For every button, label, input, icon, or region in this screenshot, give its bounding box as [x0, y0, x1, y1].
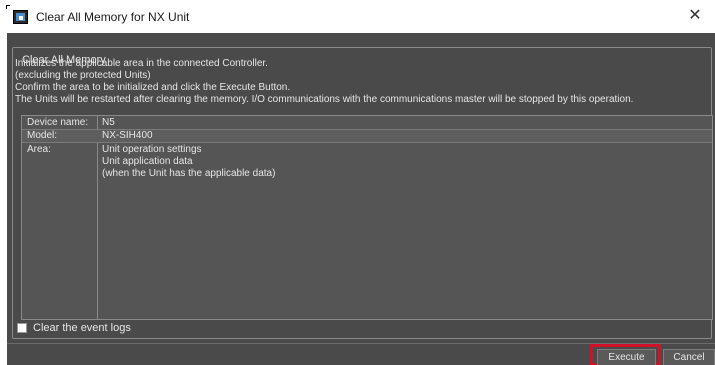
execute-button[interactable]: Execute — [597, 349, 656, 365]
area-value-3: (when the Unit has the applicable data) — [102, 168, 276, 179]
device-name-value: N5 — [102, 117, 115, 128]
area-row: Area: Unit operation settings Unit appli… — [22, 144, 712, 204]
cancel-button[interactable]: Cancel — [663, 349, 715, 365]
model-value: NX-SIH400 — [102, 130, 153, 141]
area-value-2: Unit application data — [102, 156, 193, 167]
description: Initializes the applicable area in the c… — [15, 58, 633, 106]
info-table: Device name: N5 Model: NX-SIH400 Area: U… — [21, 115, 713, 320]
description-line-3: Confirm the area to be initialized and c… — [15, 82, 291, 93]
clear-event-logs-checkbox[interactable] — [17, 323, 27, 333]
area-values: Unit operation settings Unit application… — [102, 144, 275, 180]
description-line-2: (excluding the protected Units) — [15, 70, 151, 81]
clear-event-logs-label: Clear the event logs — [33, 322, 131, 334]
clear-event-logs-option[interactable]: Clear the event logs — [17, 321, 131, 335]
device-name-label: Device name: — [27, 117, 89, 128]
device-name-row: Device name: N5 — [22, 117, 712, 129]
description-line-1: Initializes the applicable area in the c… — [15, 58, 268, 69]
model-label: Model: — [27, 130, 58, 141]
window-title: Clear All Memory for NX Unit — [36, 10, 190, 24]
row-divider — [22, 142, 712, 143]
title-bar: Clear All Memory for NX Unit ✕ — [0, 0, 715, 33]
dialog-body: Clear All Memory Initializes the applica… — [7, 33, 715, 365]
area-value-1: Unit operation settings — [102, 144, 202, 155]
corner-mark — [6, 5, 10, 9]
button-bar: Execute Cancel — [7, 343, 715, 365]
close-icon[interactable]: ✕ — [687, 8, 703, 24]
description-line-4: The Units will be restarted after cleari… — [15, 94, 634, 105]
app-window-icon — [13, 10, 28, 24]
area-label: Area: — [27, 144, 51, 155]
model-row: Model: NX-SIH400 — [22, 130, 712, 142]
